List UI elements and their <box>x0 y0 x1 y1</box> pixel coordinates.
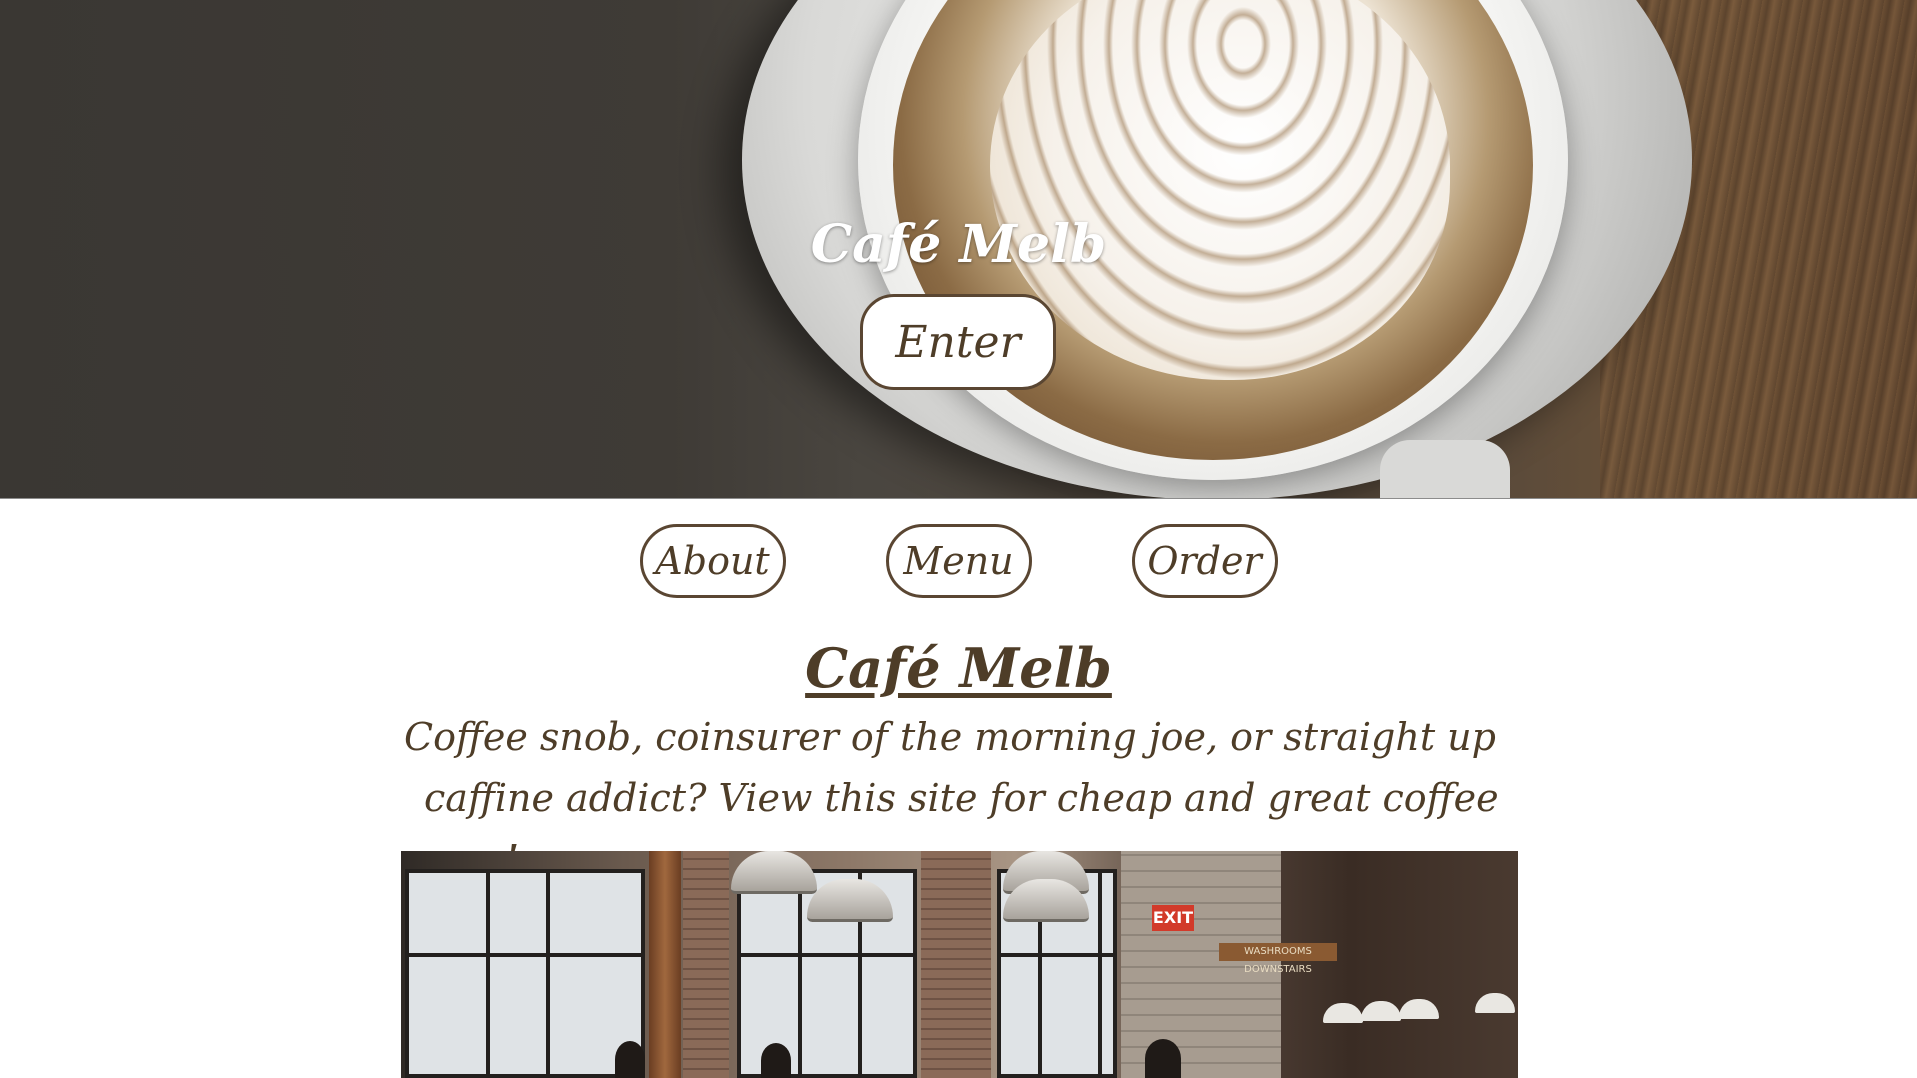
enter-button[interactable]: Enter <box>860 294 1056 390</box>
brick-wall <box>683 851 729 1078</box>
person-silhouette <box>1145 1039 1181 1078</box>
person-silhouette <box>615 1041 645 1078</box>
hanging-lamp <box>1475 993 1515 1013</box>
cafe-interior-photo: EXIT WASHROOMS DOWNSTAIRS <box>401 851 1518 1078</box>
pillar <box>649 851 681 1078</box>
hanging-lamp <box>1361 1001 1401 1021</box>
washroom-sign: WASHROOMS DOWNSTAIRS <box>1219 943 1337 975</box>
brick-wall-2 <box>921 851 991 1078</box>
exit-sign: EXIT <box>1152 905 1194 931</box>
main-nav: About Menu Order <box>0 524 1917 598</box>
hanging-lamp <box>1399 999 1439 1019</box>
hanging-lamp <box>1323 1003 1363 1023</box>
hero-title: Café Melb <box>810 214 1107 275</box>
page-title: Café Melb <box>805 636 1112 700</box>
nav-order-button[interactable]: Order <box>1131 524 1278 598</box>
nav-menu-button[interactable]: Menu <box>885 524 1032 598</box>
nav-about-button[interactable]: About <box>639 524 786 598</box>
hero-banner: Café Melb Enter <box>0 0 1917 499</box>
tagline-line-1: Coffee snob, coinsurer of the morning jo… <box>404 715 1496 759</box>
pendant-lamp <box>731 851 817 894</box>
window-left <box>405 869 645 1078</box>
person-silhouette <box>761 1043 791 1078</box>
cup-handle-image <box>1380 440 1510 498</box>
